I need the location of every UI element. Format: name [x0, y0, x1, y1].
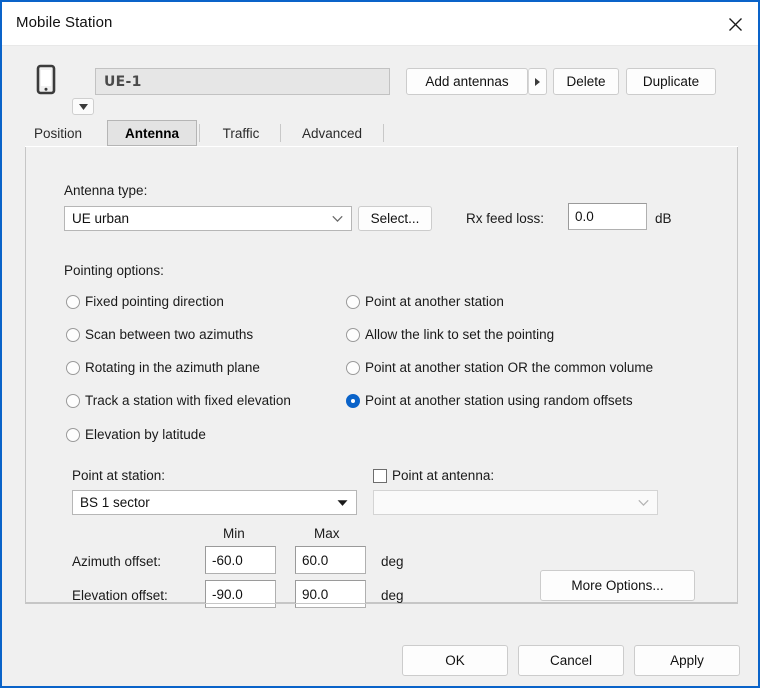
station-selector-dropdown-button[interactable] — [72, 98, 94, 115]
radio-label: Elevation by latitude — [85, 427, 206, 442]
apply-button[interactable]: Apply — [634, 645, 740, 676]
tab-bar: Position Antenna Traffic Advanced — [14, 120, 746, 146]
pointing-options-label: Pointing options: — [64, 263, 164, 278]
point-at-station-value: BS 1 sector — [80, 495, 150, 510]
close-icon — [728, 17, 742, 31]
radio-label: Fixed pointing direction — [85, 294, 224, 309]
tab-separator — [280, 124, 281, 142]
rx-feed-loss-unit: dB — [655, 211, 672, 226]
mobile-station-dialog: Mobile Station UE-1 Add antennas Delete … — [0, 0, 760, 688]
antenna-type-label: Antenna type: — [64, 183, 148, 198]
point-at-station-label: Point at station: — [72, 468, 166, 483]
radio-point-at-station-random-offsets[interactable]: Point at another station using random of… — [346, 393, 633, 408]
rx-feed-loss-input[interactable]: 0.0 — [568, 203, 647, 230]
point-at-antenna-checkbox[interactable] — [373, 468, 387, 483]
radio-point-at-station-or-common-volume[interactable]: Point at another station OR the common v… — [346, 360, 653, 375]
radio-label: Scan between two azimuths — [85, 327, 254, 342]
page-title: Mobile Station — [16, 14, 113, 31]
tab-separator — [383, 124, 384, 142]
point-at-antenna-label: Point at antenna: — [392, 468, 495, 483]
radio-indicator — [346, 393, 360, 408]
radio-indicator — [66, 427, 80, 442]
select-antenna-button[interactable]: Select... — [358, 206, 432, 231]
caret-down-icon — [337, 499, 348, 506]
close-button[interactable] — [712, 2, 758, 46]
station-name-field[interactable]: UE-1 — [95, 68, 390, 95]
azimuth-offset-label: Azimuth offset: — [72, 554, 162, 569]
point-at-station-combo[interactable]: BS 1 sector — [72, 490, 357, 515]
radio-elevation-by-latitude[interactable]: Elevation by latitude — [66, 427, 206, 442]
rx-feed-loss-label: Rx feed loss: — [466, 211, 545, 226]
offsets-col-min-header: Min — [223, 526, 245, 541]
radio-track-station-fixed-elevation[interactable]: Track a station with fixed elevation — [66, 393, 291, 408]
radio-label: Track a station with fixed elevation — [85, 393, 291, 408]
footer-separator — [25, 603, 738, 604]
tab-separator — [199, 124, 200, 142]
antenna-type-combo[interactable]: UE urban — [64, 206, 352, 231]
radio-point-at-another-station[interactable]: Point at another station — [346, 294, 504, 309]
radio-label: Allow the link to set the pointing — [365, 327, 555, 342]
ok-button[interactable]: OK — [402, 645, 508, 676]
radio-indicator — [66, 360, 80, 375]
tab-traffic[interactable]: Traffic — [206, 120, 276, 146]
more-options-button[interactable]: More Options... — [540, 570, 695, 601]
azimuth-offset-max-input[interactable]: 60.0 — [295, 546, 366, 574]
title-bar: Mobile Station — [2, 2, 758, 46]
radio-rotating-in-azimuth-plane[interactable]: Rotating in the azimuth plane — [66, 360, 260, 375]
radio-indicator — [346, 360, 360, 375]
mobile-phone-icon — [32, 64, 60, 96]
elevation-offset-unit: deg — [381, 588, 404, 603]
tab-position[interactable]: Position — [21, 120, 95, 146]
radio-allow-link-set-pointing[interactable]: Allow the link to set the pointing — [346, 327, 554, 342]
radio-indicator — [66, 294, 80, 309]
offsets-col-max-header: Max — [314, 526, 340, 541]
delete-button[interactable]: Delete — [553, 68, 619, 95]
radio-label: Point at another station — [365, 294, 504, 309]
tab-advanced[interactable]: Advanced — [284, 120, 380, 146]
chevron-down-icon — [638, 499, 649, 506]
point-at-antenna-checkbox-row[interactable]: Point at antenna: — [373, 468, 494, 483]
radio-indicator — [346, 294, 360, 309]
azimuth-offset-min-input[interactable]: -60.0 — [205, 546, 276, 574]
radio-label: Point at another station using random of… — [365, 393, 633, 408]
tab-antenna[interactable]: Antenna — [107, 120, 197, 146]
panel-top-edge — [25, 146, 738, 147]
radio-label: Rotating in the azimuth plane — [85, 360, 260, 375]
add-antennas-menu-button[interactable] — [528, 68, 547, 95]
caret-right-icon — [535, 77, 540, 86]
cancel-button[interactable]: Cancel — [518, 645, 624, 676]
chevron-down-icon — [78, 103, 88, 110]
radio-indicator — [66, 393, 80, 408]
antenna-type-value: UE urban — [72, 211, 130, 226]
azimuth-offset-unit: deg — [381, 554, 404, 569]
radio-indicator — [66, 327, 80, 342]
add-antennas-button[interactable]: Add antennas — [406, 68, 528, 95]
point-at-antenna-combo[interactable] — [373, 490, 658, 515]
elevation-offset-label: Elevation offset: — [72, 588, 168, 603]
radio-fixed-pointing-direction[interactable]: Fixed pointing direction — [66, 294, 224, 309]
radio-indicator — [346, 327, 360, 342]
duplicate-button[interactable]: Duplicate — [626, 68, 716, 95]
chevron-down-icon — [332, 215, 343, 222]
radio-label: Point at another station OR the common v… — [365, 360, 654, 375]
radio-scan-between-two-azimuths[interactable]: Scan between two azimuths — [66, 327, 253, 342]
